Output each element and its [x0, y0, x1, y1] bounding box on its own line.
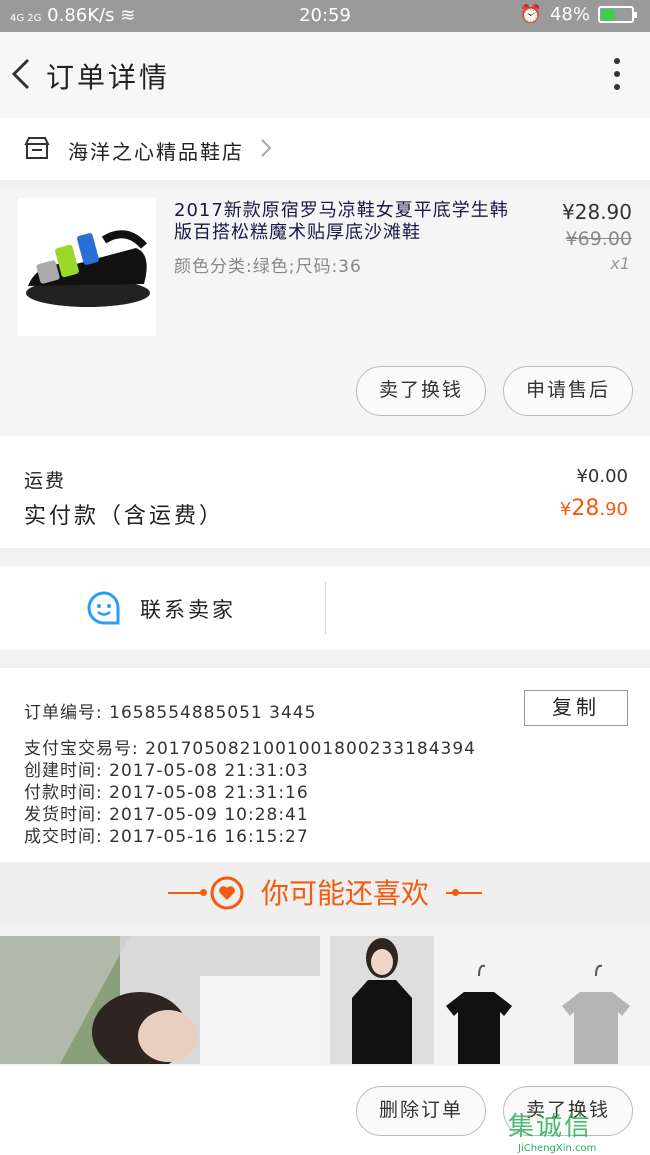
shop-row[interactable]: 海洋之心精品鞋店: [0, 118, 650, 180]
copy-button[interactable]: 复制: [524, 690, 628, 726]
contact-bar: 联系卖家: [0, 566, 650, 650]
status-bar: 4G 2G 0.86K/s ≋ 20:59 ⏰ 48%: [0, 0, 650, 32]
more-icon[interactable]: [614, 58, 622, 94]
rec-line-right: [446, 892, 482, 894]
status-right: ⏰ 48%: [519, 4, 637, 25]
order-info: 订单编号: 1658554885051 3445 复制 支付宝交易号: 2017…: [0, 668, 650, 862]
back-icon[interactable]: [8, 54, 36, 94]
shipping-value: ¥0.00: [576, 466, 628, 487]
sandal-image: [26, 230, 150, 307]
order-number: 订单编号: 1658554885051 3445: [24, 703, 317, 723]
shop-name: 海洋之心精品鞋店: [68, 140, 244, 164]
sell-exchange-button[interactable]: 卖了换钱: [356, 366, 486, 416]
watermark-logo: 集诚信 JiChengXin.com: [508, 1106, 648, 1154]
completed-time: 成交时间: 2017-05-16 16:15:27: [24, 827, 309, 847]
alarm-icon: ⏰: [519, 4, 542, 25]
paid-amount: ¥28.90: [560, 496, 628, 521]
watermark-text: JiChengXin.com: [518, 1143, 597, 1154]
battery-icon: [598, 6, 637, 23]
product-card: 2017新款原宿罗马凉鞋女夏平底学生韩版百搭松糕魔术贴厚底沙滩鞋 颜色分类:绿色…: [0, 188, 650, 436]
paid-label: 实付款（含运费）: [24, 504, 225, 529]
recommend-item-2[interactable]: [330, 936, 650, 1064]
paid-int: 28: [571, 496, 600, 521]
product-price: ¥28.90: [562, 200, 632, 224]
battery-percent: 48%: [549, 4, 590, 25]
contact-seller-button[interactable]: 联系卖家: [140, 594, 236, 624]
recommend-title: 你可能还喜欢: [260, 877, 429, 910]
store-icon: [24, 137, 50, 159]
delete-order-button[interactable]: 删除订单: [356, 1086, 486, 1136]
after-sale-button[interactable]: 申请售后: [503, 366, 633, 416]
divider: [325, 582, 326, 634]
product-image[interactable]: [18, 198, 156, 336]
paid-currency: ¥: [559, 499, 572, 520]
woman-photo: [0, 936, 320, 1064]
app-header: 订单详情: [0, 32, 650, 118]
product-original-price: ¥69.00: [565, 228, 632, 250]
page-title: 订单详情: [46, 61, 171, 94]
product-name[interactable]: 2017新款原宿罗马凉鞋女夏平底学生韩版百搭松糕魔术贴厚底沙滩鞋: [174, 200, 526, 244]
shipping-label: 运费: [24, 470, 67, 492]
paid-dec: .90: [599, 499, 628, 520]
recommend-item-1[interactable]: [0, 936, 320, 1064]
recommend-header: 你可能还喜欢: [0, 862, 650, 924]
product-quantity: x1: [610, 254, 630, 273]
chat-icon[interactable]: [86, 590, 122, 626]
tshirt-photo: [330, 936, 650, 1064]
fee-summary: 运费 ¥0.00 实付款（含运费） ¥28.90: [0, 436, 650, 548]
watermark-glyphs: 集诚信: [508, 1112, 593, 1142]
chevron-right-icon: [261, 139, 272, 157]
product-spec: 颜色分类:绿色;尺码:36: [174, 257, 362, 277]
